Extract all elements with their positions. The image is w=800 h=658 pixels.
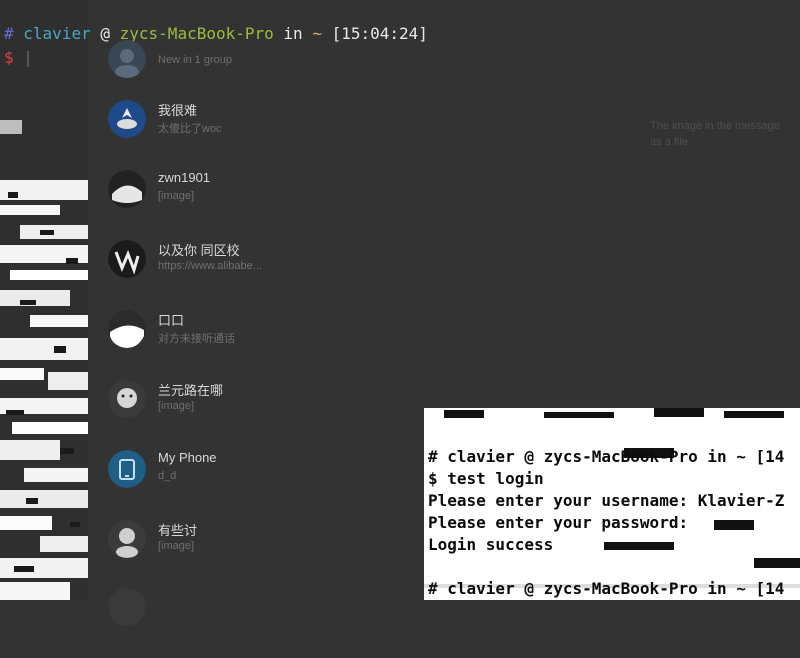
user-avatar-icon <box>108 380 146 418</box>
chat-name: zwn1901 <box>158 170 211 185</box>
chat-item[interactable]: 口口 对方未接听通话 <box>108 310 408 380</box>
user-avatar-icon <box>108 170 146 208</box>
chat-name: 有些讨 <box>158 523 198 538</box>
terminal-thumbnail: # clavier @ zycs-MacBook-Pro in ~ [14 $ t… <box>424 408 800 600</box>
faint-message-hint: The image in the message as a file <box>650 118 780 150</box>
prompt-hash: # <box>4 24 14 43</box>
prompt-user: clavier <box>23 24 91 43</box>
chat-name: 我很难 <box>158 103 198 118</box>
chat-item[interactable]: 我很难 太傻比了woc <box>108 100 408 170</box>
avatar <box>108 100 146 138</box>
user-avatar-icon <box>108 310 146 348</box>
terminal-line: Login success <box>428 535 554 554</box>
prompt-dollar: $ <box>4 48 14 67</box>
chat-name: 口口 <box>158 313 185 328</box>
sidebar-noise-texture <box>0 0 88 600</box>
avatar <box>108 240 146 278</box>
avatar <box>108 380 146 418</box>
chat-preview: New in 1 group <box>158 54 232 66</box>
terminal-line: $ test login <box>428 469 544 488</box>
chat-name: 以及你 同区校 <box>158 243 240 258</box>
chat-item[interactable]: 兰元路在哪 [image] <box>108 380 408 450</box>
terminal-line: # clavier @ zycs-MacBook-Pro in ~ [14 <box>428 579 785 598</box>
chat-preview: 对方未接听通话 <box>158 333 235 345</box>
faint-message-line: as a file <box>650 136 688 148</box>
chat-preview: [image] <box>158 540 195 552</box>
chat-name: My Phone <box>158 450 217 465</box>
terminal-cursor[interactable]: | <box>23 48 33 67</box>
chat-preview: [image] <box>158 400 195 412</box>
user-avatar-icon <box>108 240 146 278</box>
chat-item[interactable]: 有些讨 [image] <box>108 520 408 590</box>
phone-icon <box>108 450 146 488</box>
avatar <box>108 588 146 626</box>
left-sidebar-strip <box>0 0 88 600</box>
chat-item[interactable]: zwn1901 [image] <box>108 170 408 240</box>
chat-name: 兰元路在哪 <box>158 383 224 398</box>
chat-preview: 太傻比了woc <box>158 123 222 135</box>
chat-preview: d_d <box>158 470 177 482</box>
user-avatar-icon <box>108 588 146 626</box>
chat-list: New in 1 group 我很难 太傻比了woc zwn1901 [imag… <box>88 0 418 626</box>
avatar <box>108 170 146 208</box>
terminal-line: Please enter your password: <box>428 513 689 532</box>
user-avatar-icon <box>108 520 146 558</box>
avatar <box>108 520 146 558</box>
faint-message-line: The image in the message <box>650 120 780 132</box>
group-avatar-icon <box>108 40 146 78</box>
terminal-line: Please enter your username: Klavier-Z <box>428 491 785 510</box>
terminal-line: # clavier @ zycs-MacBook-Pro in ~ [14 <box>428 447 785 466</box>
chat-preview: [image] <box>158 190 195 202</box>
chat-item[interactable]: 以及你 同区校 https://www.alibabe... <box>108 240 408 310</box>
avatar <box>108 40 146 78</box>
terminal-output: # clavier @ zycs-MacBook-Pro in ~ [14 $ t… <box>428 424 784 600</box>
user-avatar-icon <box>108 100 146 138</box>
chat-item[interactable]: My Phone d_d <box>108 450 408 520</box>
chat-preview: https://www.alibabe... <box>158 260 262 272</box>
avatar <box>108 450 146 488</box>
avatar <box>108 310 146 348</box>
chat-item[interactable] <box>108 588 408 658</box>
